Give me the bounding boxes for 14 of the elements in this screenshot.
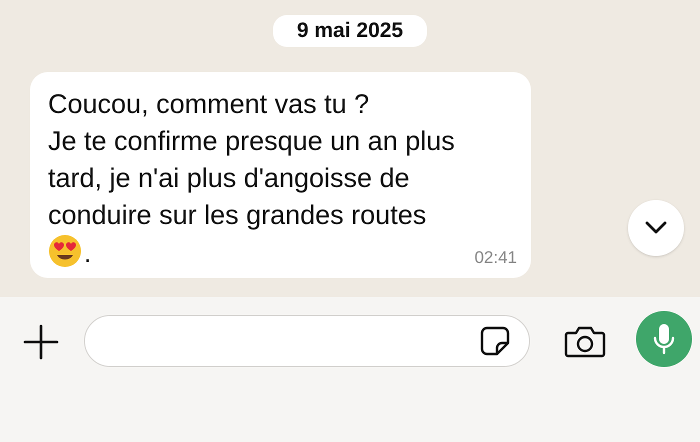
plus-icon [23, 324, 59, 360]
add-button[interactable] [22, 323, 60, 361]
message-input[interactable] [84, 315, 530, 367]
camera-button[interactable] [564, 324, 606, 358]
scroll-down-button[interactable] [628, 200, 684, 256]
message-time: 02:41 [474, 246, 517, 268]
chevron-down-icon [645, 221, 667, 235]
message-text: . [84, 238, 92, 268]
heart-eyes-face-icon [48, 234, 82, 268]
message-text: Coucou, comment vas tu ? Je te confirme presque un an plus tard, je n'ai plus d'angoisse de conduire sur les grandes routes [48, 88, 456, 232]
date-chip: 9 mai 2025 [272, 15, 428, 47]
camera-icon [564, 324, 606, 358]
sticker-icon[interactable] [479, 325, 511, 357]
microphone-icon [652, 322, 676, 356]
